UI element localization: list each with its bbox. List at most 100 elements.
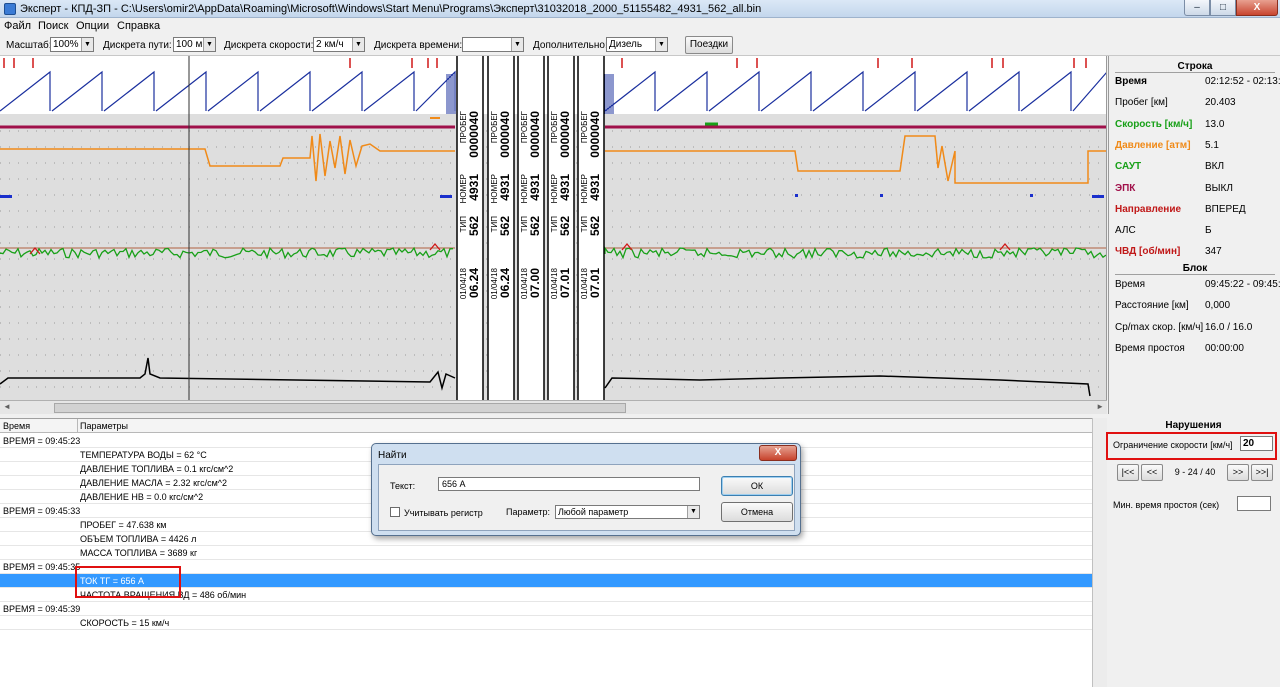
nav-first-button[interactable]: |<<	[1117, 464, 1139, 481]
minimize-button[interactable]: –	[1184, 0, 1210, 16]
time-step-label: Дискрета времени:	[374, 40, 463, 51]
col-params-header[interactable]: Параметры	[80, 421, 128, 431]
maximize-button[interactable]: □	[1210, 0, 1236, 16]
epk-marker	[440, 195, 452, 198]
row-param: МАССА ТОПЛИВА = 3689 кг	[80, 548, 198, 558]
distance-step-select[interactable]: 100 м ▼	[173, 37, 216, 52]
info-value: 00:00:00	[1205, 342, 1244, 354]
strip-text: 4931	[467, 174, 481, 201]
info-value: ВПЕРЕД	[1205, 203, 1246, 215]
parameter-value: Любой параметр	[558, 507, 629, 517]
search-text-input[interactable]: 656 А	[438, 477, 700, 491]
nav-prev-button[interactable]: <<	[1141, 464, 1163, 481]
table-row[interactable]: ЧАСТОТА ВРАЩЕНИЯ ВД = 486 об/мин	[0, 588, 1092, 602]
info-value: 09:45:22 - 09:45:44	[1205, 279, 1280, 290]
idle-time-label: Мин. время простоя (сек)	[1113, 500, 1220, 510]
epk-marker	[1030, 194, 1033, 197]
strip-text: 562	[467, 216, 481, 236]
row-time: ВРЕМЯ = 09:45:39	[3, 604, 81, 614]
info-key: Направление	[1115, 203, 1182, 215]
scroll-right-icon[interactable]: ►	[1096, 402, 1104, 411]
row-time: ВРЕМЯ = 09:45:33	[3, 506, 81, 516]
table-row[interactable]: МАССА ТОПЛИВА = 3689 кг	[0, 546, 1092, 560]
dialog-body: Текст: 656 А Учитывать регистр Параметр:…	[378, 464, 795, 531]
info-row: ЭПК ВЫКЛ	[1115, 183, 1279, 197]
idle-time-input[interactable]	[1237, 496, 1271, 511]
speed-step-select[interactable]: 2 км/ч ▼	[313, 37, 365, 52]
menu-bar: Файл Поиск Опции Справка	[0, 18, 1280, 34]
table-row[interactable]: ВРЕМЯ = 09:45:35	[0, 560, 1092, 574]
info-panel: Строка Время 02:12:52 - 02:13:20 Пробег [к…	[1108, 56, 1280, 414]
info-key: Пробег [км]	[1115, 97, 1168, 109]
scale-select[interactable]: 100% ▼	[50, 37, 94, 52]
info-value: 20.403	[1205, 97, 1236, 109]
strip-text: 0000040	[558, 111, 572, 158]
info-value: 16.0 / 16.0	[1205, 321, 1253, 333]
case-sensitive-checkbox[interactable]	[390, 507, 400, 517]
col-time-header[interactable]: Время	[3, 421, 30, 431]
menu-options[interactable]: Опции	[76, 20, 109, 32]
chevron-down-icon: ▼	[687, 506, 699, 518]
text-label: Текст:	[390, 481, 416, 491]
table-row[interactable]: ВРЕМЯ = 09:45:39	[0, 602, 1092, 616]
title-bar: Эксперт - КПД-ЗП - C:\Users\omir2\AppDat…	[0, 0, 1280, 18]
info-row: САУТ ВКЛ	[1115, 161, 1279, 175]
strip-text: 562	[528, 216, 542, 236]
speed-step-value: 2 км/ч	[316, 39, 344, 50]
info-key: Время простоя	[1115, 342, 1185, 354]
close-button[interactable]: X	[1236, 0, 1278, 16]
scroll-thumb[interactable]	[54, 403, 626, 413]
row-time: ВРЕМЯ = 09:45:23	[3, 436, 81, 446]
strip-text: 0000040	[588, 111, 602, 158]
row-param: ДАВЛЕНИЕ МАСЛА = 2.32 кгс/см^2	[80, 478, 228, 488]
strip-text: 0000040	[498, 111, 512, 158]
chart-canvas: 01/04/18 06.24ТИП 562НОМЕР 4931ПРОБЕГ 000004…	[0, 56, 1106, 400]
menu-file[interactable]: Файл	[4, 20, 31, 32]
toolbar: Масштаб: 100% ▼ Дискрета пути: 100 м ▼ Дис…	[0, 34, 1280, 56]
strip-text: 562	[588, 216, 602, 236]
chevron-down-icon: ▼	[655, 38, 667, 51]
info-value: 347	[1205, 246, 1222, 258]
info-row: АЛС Б	[1115, 225, 1279, 239]
nav-next-button[interactable]: >>	[1227, 464, 1249, 481]
strip-text: 0000040	[467, 111, 481, 158]
strip-text: 07.00	[528, 268, 542, 298]
dialog-close-button[interactable]: X	[759, 445, 797, 461]
epk-marker	[880, 194, 883, 197]
scroll-left-icon[interactable]: ◄	[3, 402, 11, 411]
ok-button[interactable]: ОК	[721, 476, 793, 496]
distance-step-label: Дискрета пути:	[103, 40, 172, 51]
nav-last-button[interactable]: >>|	[1251, 464, 1273, 481]
divider	[1115, 72, 1275, 73]
info-key: ЧВД [об/мин]	[1115, 246, 1181, 258]
window-title: Эксперт - КПД-ЗП - C:\Users\omir2\AppDat…	[20, 3, 762, 15]
trips-button[interactable]: Поездки	[685, 36, 733, 54]
table-row[interactable]: СКОРОСТЬ = 15 км/ч	[0, 616, 1092, 630]
extra-select[interactable]: Дизель ▼	[606, 37, 668, 52]
strip-text: 562	[558, 216, 572, 236]
menu-search[interactable]: Поиск	[38, 20, 68, 32]
cancel-button[interactable]: Отмена	[721, 502, 793, 522]
table-row[interactable]: ТОК ТГ = 656 А	[0, 574, 1092, 588]
menu-help[interactable]: Справка	[117, 20, 160, 32]
time-step-select[interactable]: ▼	[462, 37, 524, 52]
row-time: ВРЕМЯ = 09:45:35	[3, 562, 81, 572]
section-row-title: Строка	[1177, 61, 1213, 72]
info-key: САУТ	[1115, 161, 1142, 173]
telemetry-chart[interactable]: 01/04/18 06.24 ТИП 562 НОМЕР 4931 ПРОБЕГ 000004…	[0, 56, 1107, 400]
info-key: Ср/max скор. [км/ч]	[1115, 321, 1204, 333]
speed-limit-input[interactable]: 20	[1240, 436, 1273, 451]
horizontal-scrollbar[interactable]: ◄ ►	[0, 400, 1107, 414]
row-param: СКОРОСТЬ = 15 км/ч	[80, 618, 170, 628]
parameter-select[interactable]: Любой параметр ▼	[555, 505, 700, 519]
info-key: Давление [атм]	[1115, 139, 1191, 151]
vertical-scrollbar[interactable]	[1092, 418, 1107, 687]
info-key: Время	[1115, 76, 1147, 87]
parameter-label: Параметр:	[506, 507, 551, 517]
strip-text: 562	[498, 216, 512, 236]
distance-step-value: 100 м	[176, 39, 203, 50]
table-header: Время Параметры	[0, 419, 1092, 433]
column-divider[interactable]	[77, 419, 78, 433]
info-row: Время 02:12:52 - 02:13:20	[1115, 76, 1280, 90]
epk-marker	[0, 195, 12, 198]
